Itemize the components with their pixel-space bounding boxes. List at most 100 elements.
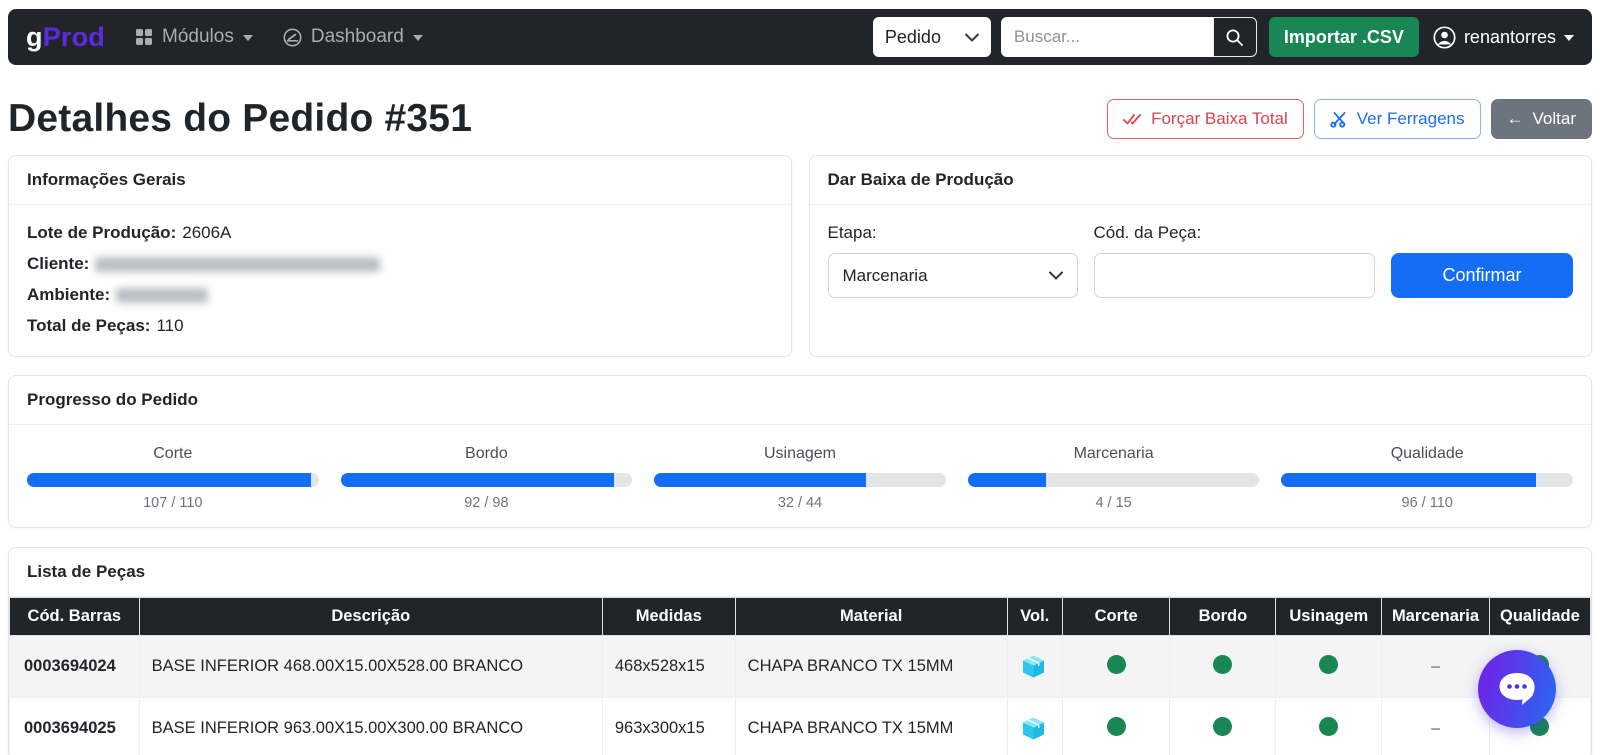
column-header: Qualidade (1489, 598, 1590, 636)
status-done-dot (1107, 655, 1126, 674)
search-group (1001, 17, 1257, 57)
logo-g: g (26, 22, 43, 52)
progress-stages: Corte107 / 110 Bordo92 / 98 Usinagem 32 / 4… (9, 425, 1591, 527)
speedometer-icon (283, 28, 302, 47)
barcode-cell: 0003694025 (10, 698, 140, 755)
import-csv-button[interactable]: Importar .CSV (1269, 17, 1419, 57)
dimensions-cell: 963x300x15 (602, 698, 735, 755)
chevron-down-icon (243, 35, 253, 41)
progress-stage: Marcenaria 4 / 15 (968, 445, 1260, 511)
confirmar-button[interactable]: Confirmar (1391, 253, 1573, 298)
material-cell: CHAPA BRANCO TX 15MM (735, 636, 1007, 698)
info-label: Ambiente: (27, 285, 110, 305)
voltar-label: Voltar (1533, 109, 1576, 129)
app-logo[interactable]: gProd (26, 22, 105, 53)
description-cell: BASE INFERIOR 963.00X15.00X300.00 BRANCO (139, 698, 602, 755)
general-info-body: Lote de Produção:2606ACliente:Ambiente:T… (9, 205, 791, 356)
top-navbar: gProd Módulos Dashboard Pedido Importar … (8, 9, 1592, 65)
dar-baixa-title: Dar Baixa de Produção (810, 156, 1592, 205)
chat-bubble-icon (1496, 670, 1538, 708)
user-name: renantorres (1464, 27, 1556, 48)
force-baixa-label: Forçar Baixa Total (1151, 109, 1288, 129)
scissors-icon (1330, 110, 1348, 128)
stage-label: Corte (27, 445, 319, 463)
force-baixa-total-button[interactable]: Forçar Baixa Total (1107, 99, 1304, 139)
progress-bar (968, 473, 1260, 487)
search-input[interactable] (1001, 17, 1213, 57)
column-header: Corte (1062, 598, 1170, 636)
person-circle-icon (1433, 26, 1456, 49)
general-info-title: Informações Gerais (9, 156, 791, 205)
info-label: Total de Peças: (27, 316, 150, 336)
parts-title: Lista de Peças (9, 548, 1591, 597)
info-label: Lote de Produção: (27, 223, 176, 243)
description-cell: BASE INFERIOR 468.00X15.00X528.00 BRANCO (139, 636, 602, 698)
info-label: Cliente: (27, 254, 89, 274)
stage-count: 92 / 98 (341, 495, 633, 511)
stage-label: Marcenaria (968, 445, 1260, 463)
dar-baixa-card: Dar Baixa de Produção Etapa: Marcenaria … (809, 155, 1593, 357)
progress-bar (341, 473, 633, 487)
status-done-dot (1319, 717, 1338, 736)
column-header: Material (735, 598, 1007, 636)
cube-icon (1020, 715, 1050, 742)
status-none-dash: – (1431, 656, 1441, 676)
general-info-card: Informações Gerais Lote de Produção:2606… (8, 155, 792, 357)
dar-baixa-body: Etapa: Marcenaria Cód. da Peça: Confirma… (810, 205, 1592, 324)
material-cell: CHAPA BRANCO TX 15MM (735, 698, 1007, 755)
chevron-down-icon (1049, 271, 1063, 280)
column-header: Usinagem (1276, 598, 1382, 636)
progress-title: Progresso do Pedido (9, 376, 1591, 425)
piece-code-input[interactable] (1094, 253, 1376, 298)
progress-stage: Corte107 / 110 (27, 445, 319, 511)
column-header: Descrição (139, 598, 602, 636)
etapa-label: Etapa: (828, 223, 1078, 243)
stage-label: Usinagem (654, 445, 946, 463)
table-row[interactable]: 0003694024BASE INFERIOR 468.00X15.00X528… (10, 636, 1591, 698)
column-header: Marcenaria (1382, 598, 1490, 636)
search-scope-select[interactable]: Pedido (873, 17, 991, 57)
progress-bar (654, 473, 946, 487)
column-header: Bordo (1170, 598, 1276, 636)
parts-table: Cód. BarrasDescriçãoMedidasMaterialVol.C… (9, 597, 1591, 755)
progress-stage: Bordo92 / 98 (341, 445, 633, 511)
progress-bar (27, 473, 319, 487)
etapa-select-value: Marcenaria (843, 266, 928, 286)
column-header: Cód. Barras (10, 598, 140, 636)
search-scope-value: Pedido (885, 27, 941, 48)
progress-card: Progresso do Pedido Corte107 / 110 Bordo9… (8, 375, 1592, 528)
ver-ferragens-button[interactable]: Ver Ferragens (1314, 99, 1481, 139)
voltar-button[interactable]: ← Voltar (1491, 99, 1592, 139)
column-header: Medidas (602, 598, 735, 636)
chevron-down-icon (1564, 35, 1574, 41)
stage-count: 4 / 15 (968, 495, 1260, 511)
search-button[interactable] (1213, 17, 1257, 57)
nav-item-dashboard[interactable]: Dashboard (283, 26, 423, 48)
status-none-dash: – (1431, 718, 1441, 738)
info-value: 110 (156, 316, 183, 336)
redacted-value (95, 257, 380, 272)
double-check-icon (1123, 113, 1142, 126)
nav-item-modulos[interactable]: Módulos (135, 26, 253, 48)
ver-ferragens-label: Ver Ferragens (1357, 109, 1465, 129)
nav-item-label: Dashboard (311, 26, 404, 48)
logo-prod: Prod (43, 22, 105, 52)
chat-fab-button[interactable] (1478, 650, 1556, 728)
info-row: Ambiente: (27, 285, 773, 305)
user-menu[interactable]: renantorres (1433, 26, 1574, 49)
parts-table-header-row: Cód. BarrasDescriçãoMedidasMaterialVol.C… (10, 598, 1591, 636)
search-icon (1225, 28, 1244, 47)
stage-count: 32 / 44 (654, 495, 946, 511)
etapa-select[interactable]: Marcenaria (828, 253, 1078, 298)
grid-icon (135, 28, 153, 46)
stage-label: Qualidade (1281, 445, 1573, 463)
table-row[interactable]: 0003694025BASE INFERIOR 963.00X15.00X300… (10, 698, 1591, 755)
volume-cell[interactable] (1007, 636, 1062, 698)
volume-cell[interactable] (1007, 698, 1062, 755)
info-row: Total de Peças: 110 (27, 316, 773, 336)
info-row: Cliente: (27, 254, 773, 274)
barcode-cell: 0003694024 (10, 636, 140, 698)
status-done-dot (1213, 717, 1232, 736)
cod-peca-label: Cód. da Peça: (1094, 223, 1376, 243)
status-done-dot (1107, 717, 1126, 736)
